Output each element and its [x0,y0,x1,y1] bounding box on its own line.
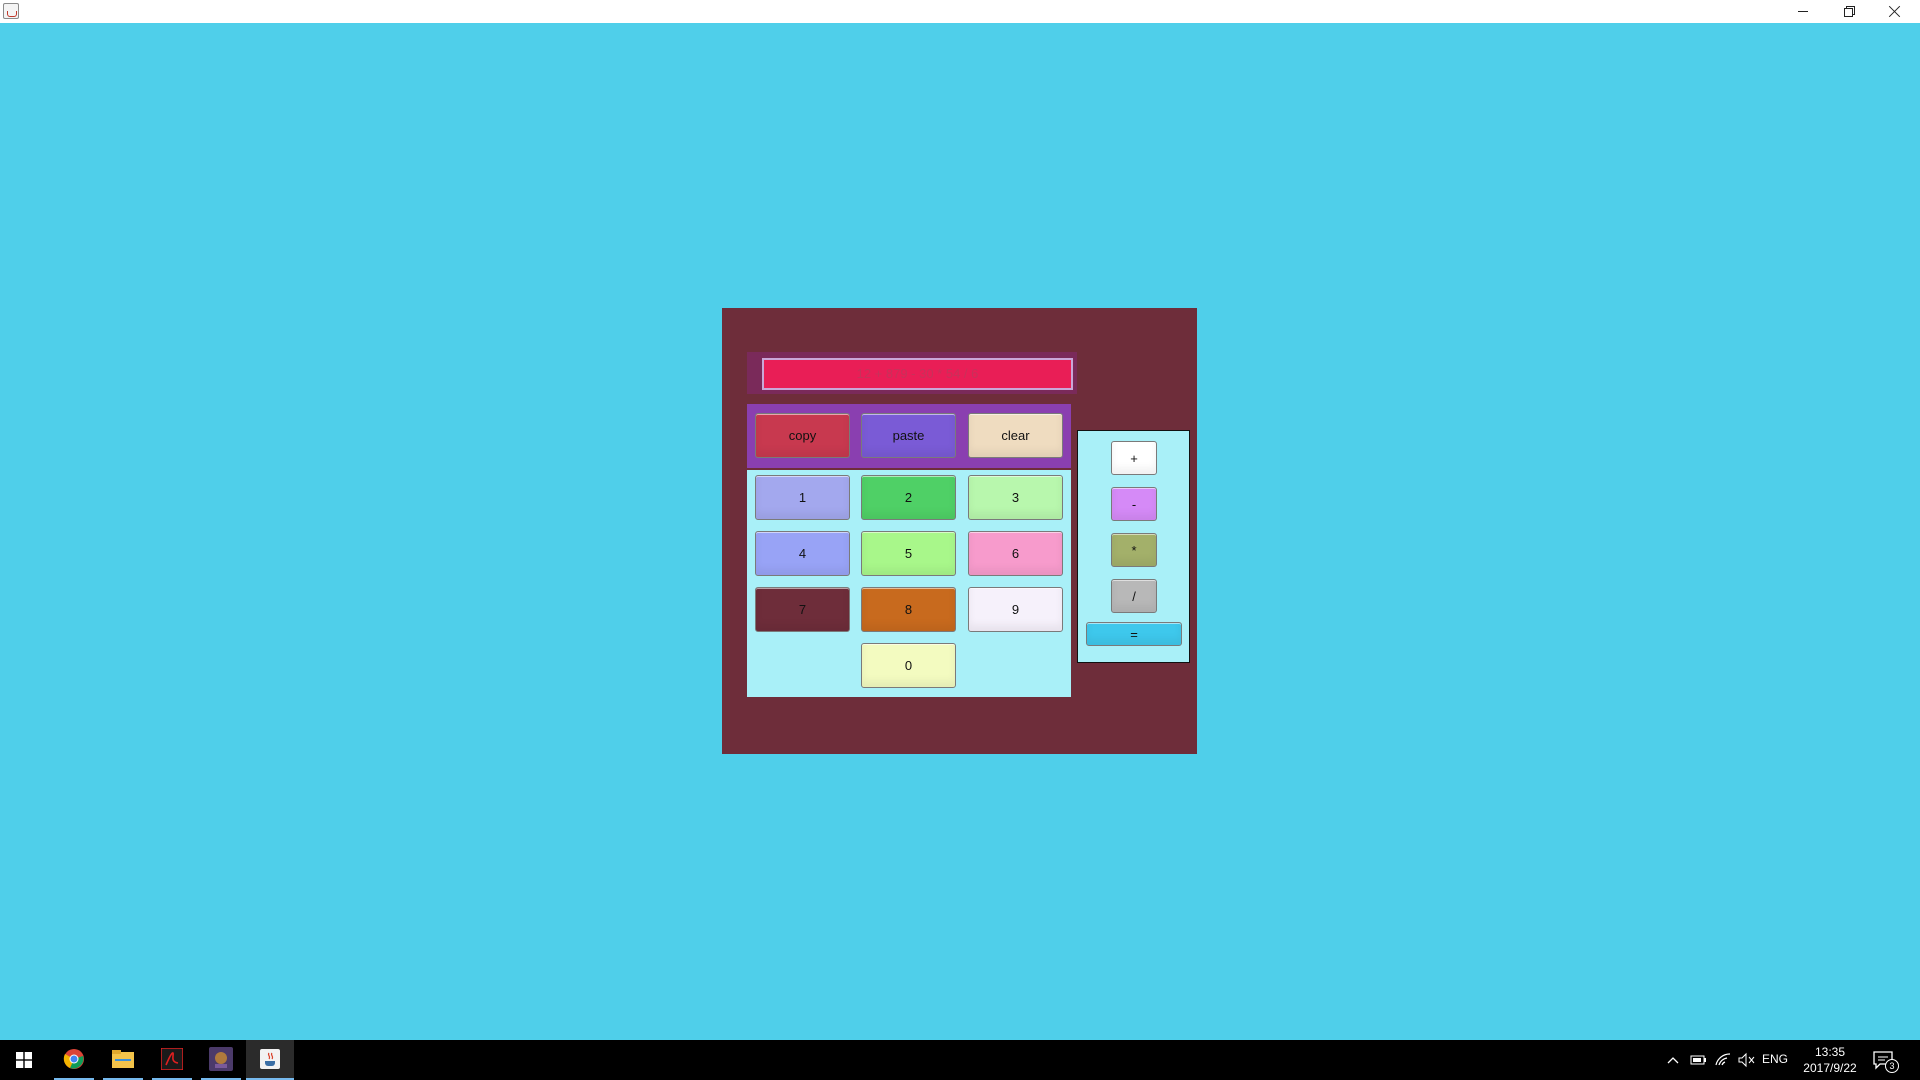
clock-time: 13:35 [1814,1045,1846,1059]
edit-panel: copy paste clear [747,404,1071,468]
restore-icon [1844,6,1855,17]
acrobat-icon [161,1048,183,1070]
java-icon [260,1049,280,1069]
paste-button[interactable]: paste [861,413,956,458]
copy-button[interactable]: copy [755,413,850,458]
game-icon [209,1047,233,1071]
plus-button[interactable]: + [1111,441,1157,475]
taskbar-app-file-explorer[interactable] [103,1040,143,1080]
digit-2-button[interactable]: 2 [861,475,956,520]
notification-count-badge: 3 [1885,1059,1899,1073]
windows-logo-icon [16,1052,32,1068]
calculator-frame: 12 + 879 - 30 * 54 / 6 copy paste clear … [722,308,1197,754]
digit-6-button[interactable]: 6 [968,531,1063,576]
restore-button[interactable] [1826,0,1872,22]
close-icon [1889,5,1901,17]
multiply-button[interactable]: * [1111,533,1157,567]
digit-1-button[interactable]: 1 [755,475,850,520]
digit-7-button[interactable]: 7 [755,587,850,632]
equals-button[interactable]: = [1086,622,1182,646]
taskbar-app-java[interactable] [246,1040,294,1080]
minus-button[interactable]: - [1111,487,1157,521]
tray-overflow-chevron-icon[interactable] [1667,1054,1679,1066]
minimize-icon [1798,10,1808,12]
clear-button[interactable]: clear [968,413,1063,458]
java-app-icon [3,3,19,19]
digit-4-button[interactable]: 4 [755,531,850,576]
digit-5-button[interactable]: 5 [861,531,956,576]
taskbar-app-chrome[interactable] [54,1040,94,1080]
digit-keypad: 1 2 3 4 5 6 7 8 9 0 [747,470,1071,697]
operator-panel: + - * / = [1077,430,1190,663]
clock-date: 2017/9/22 [1803,1061,1857,1075]
divide-button[interactable]: / [1111,579,1157,613]
expression-display[interactable]: 12 + 879 - 30 * 54 / 6 [762,358,1073,390]
battery-icon[interactable] [1690,1053,1708,1067]
digit-8-button[interactable]: 8 [861,587,956,632]
volume-muted-icon[interactable] [1737,1052,1755,1068]
taskbar-app-acrobat[interactable] [152,1040,192,1080]
display-panel: 12 + 879 - 30 * 54 / 6 [747,352,1077,394]
digit-0-button[interactable]: 0 [861,643,956,688]
digit-3-button[interactable]: 3 [968,475,1063,520]
language-indicator[interactable]: ENG [1762,1052,1788,1066]
digit-9-button[interactable]: 9 [968,587,1063,632]
window-titlebar [0,0,1920,23]
close-button[interactable] [1872,0,1918,22]
clock[interactable]: 13:35 2017/9/22 [1798,1044,1862,1076]
chrome-icon [63,1049,84,1069]
taskbar-app-game[interactable] [201,1040,241,1080]
file-explorer-icon [112,1050,134,1068]
taskbar: ENG 13:35 2017/9/22 3 [0,1040,1920,1080]
minimize-button[interactable] [1780,0,1826,22]
start-button[interactable] [0,1040,48,1080]
wifi-icon[interactable] [1714,1052,1732,1068]
action-center-button[interactable]: 3 [1872,1048,1902,1074]
